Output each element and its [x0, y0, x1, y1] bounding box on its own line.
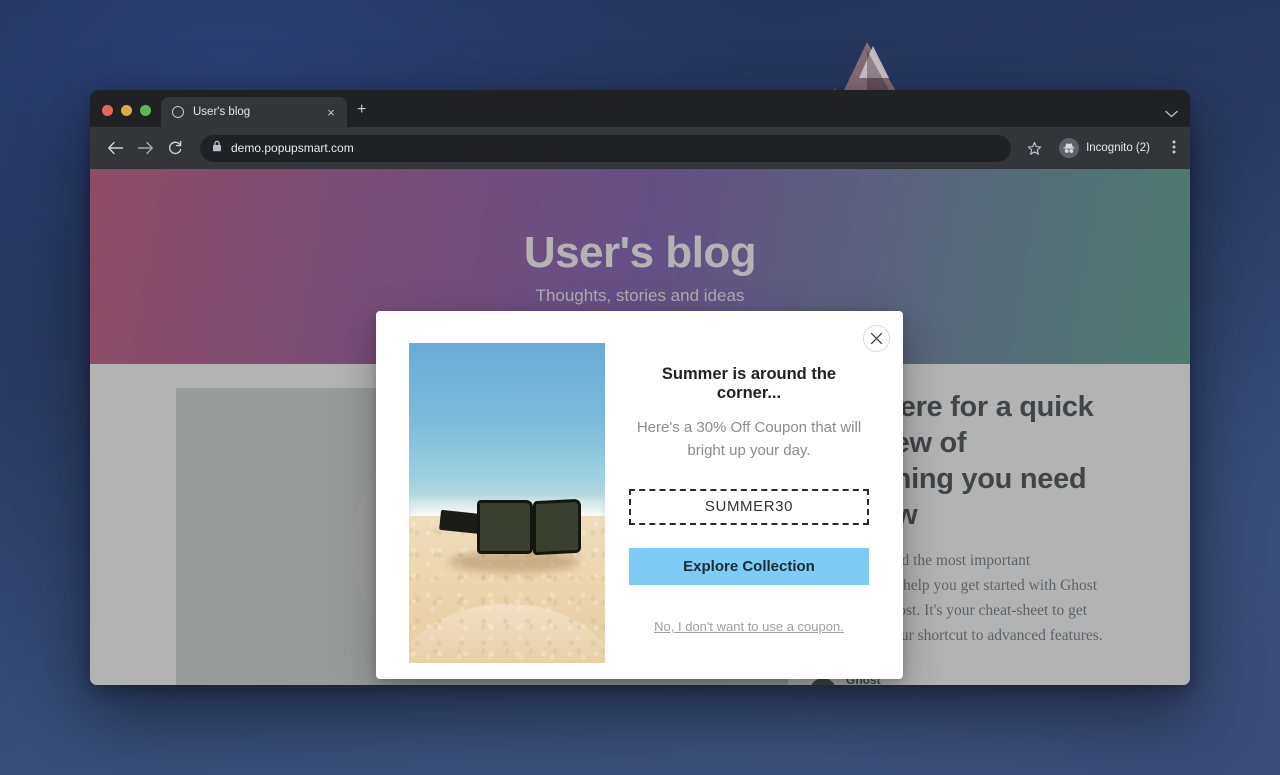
- sand-mound: [409, 604, 605, 663]
- tab-close-icon[interactable]: ×: [323, 106, 339, 119]
- browser-tab[interactable]: User's blog ×: [161, 97, 347, 127]
- forward-button[interactable]: [132, 135, 158, 161]
- browser-tab-strip: User's blog × +: [90, 90, 1190, 127]
- bookmark-star-icon[interactable]: [1021, 135, 1047, 161]
- browser-window: User's blog × + demo.popupsmart.com Inco…: [90, 90, 1190, 685]
- explore-collection-button[interactable]: Explore Collection: [629, 547, 869, 585]
- close-icon[interactable]: [863, 325, 890, 352]
- lock-icon: [212, 139, 222, 157]
- decline-coupon-link[interactable]: No, I don't want to use a coupon.: [629, 617, 869, 637]
- sunglasses-icon: [439, 498, 582, 573]
- reload-button[interactable]: [162, 135, 188, 161]
- profile-label: Incognito (2): [1086, 142, 1150, 154]
- close-window-button[interactable]: [102, 105, 113, 116]
- popup-content: Summer is around the corner... Here's a …: [605, 343, 903, 679]
- address-bar-url: demo.popupsmart.com: [231, 141, 354, 155]
- desktop-wallpaper: User's blog × + demo.popupsmart.com Inco…: [0, 0, 1280, 775]
- popup-subtitle: Here's a 30% Off Coupon that will bright…: [636, 419, 862, 459]
- back-button[interactable]: [102, 135, 128, 161]
- popup-title: Summer is around the corner...: [661, 365, 837, 402]
- new-tab-button[interactable]: +: [347, 102, 376, 127]
- address-bar[interactable]: demo.popupsmart.com: [200, 134, 1012, 162]
- coupon-code-box[interactable]: SUMMER30: [629, 488, 869, 525]
- browser-menu-button[interactable]: [1164, 139, 1180, 158]
- coupon-popup-modal: Summer is around the corner... Here's a …: [376, 311, 903, 679]
- maximize-window-button[interactable]: [140, 105, 151, 116]
- sunglasses-right-lens: [533, 498, 582, 556]
- page-viewport: User's blog Thoughts, stories and ideas …: [90, 169, 1190, 685]
- popup-hero-image: [409, 343, 605, 663]
- sunglasses-left-lens: [477, 499, 534, 555]
- browser-toolbar: demo.popupsmart.com Incognito (2): [90, 127, 1190, 169]
- sunglasses-shadow: [448, 550, 579, 573]
- circle-favicon-icon: [172, 106, 184, 118]
- incognito-hat-icon: [1059, 138, 1080, 158]
- chevron-down-icon[interactable]: [1165, 107, 1178, 121]
- profile-incognito-chip[interactable]: Incognito (2): [1055, 135, 1160, 161]
- minimize-window-button[interactable]: [121, 105, 132, 116]
- beach-sky: [409, 343, 605, 513]
- window-traffic-lights: [98, 105, 161, 127]
- tab-title: User's blog: [193, 106, 251, 118]
